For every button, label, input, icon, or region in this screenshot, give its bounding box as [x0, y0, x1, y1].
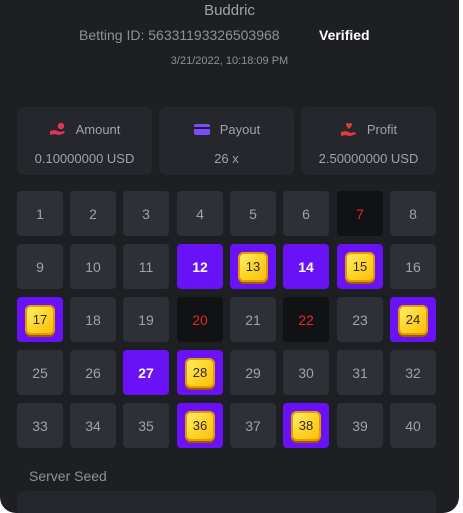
profit-card: Profit 2.50000000 USD: [301, 107, 436, 175]
keno-tile-14[interactable]: 14: [283, 244, 329, 289]
keno-tile-10[interactable]: 10: [70, 244, 116, 289]
payout-card: Payout 26 x: [159, 107, 294, 175]
keno-tile-19[interactable]: 19: [123, 297, 169, 342]
hand-coin-icon: [49, 122, 67, 137]
keno-tile-37[interactable]: 37: [230, 403, 276, 448]
keno-tile-3[interactable]: 3: [123, 191, 169, 236]
keno-tile-24[interactable]: 24: [390, 297, 436, 342]
keno-tile-5[interactable]: 5: [230, 191, 276, 236]
username[interactable]: Buddric: [0, 2, 459, 19]
bet-stats: Amount 0.10000000 USD Payout 26 x Profit…: [17, 107, 436, 175]
server-seed-label: Server Seed: [29, 468, 107, 484]
keno-tile-40[interactable]: 40: [390, 403, 436, 448]
keno-tile-31[interactable]: 31: [337, 350, 383, 395]
bet-timestamp: 3/21/2022, 10:18:09 PM: [170, 55, 289, 67]
amount-value: 0.10000000 USD: [34, 151, 135, 166]
keno-tile-30[interactable]: 30: [283, 350, 329, 395]
gem-icon: 13: [238, 251, 268, 282]
keno-tile-15[interactable]: 15: [337, 244, 383, 289]
keno-tile-6[interactable]: 6: [283, 191, 329, 236]
keno-tile-21[interactable]: 21: [230, 297, 276, 342]
keno-tile-28[interactable]: 28: [177, 350, 223, 395]
keno-tile-17[interactable]: 17: [17, 297, 63, 342]
keno-tile-33[interactable]: 33: [17, 403, 63, 448]
keno-tile-34[interactable]: 34: [70, 403, 116, 448]
gem-icon: 28: [185, 357, 215, 388]
card-icon: [193, 122, 211, 137]
keno-tile-39[interactable]: 39: [337, 403, 383, 448]
profit-label: Profit: [366, 122, 398, 137]
gem-icon: 38: [291, 410, 321, 441]
keno-tile-2[interactable]: 2: [70, 191, 116, 236]
payout-value: 26 x: [214, 151, 239, 166]
gem-icon: 15: [345, 251, 375, 282]
keno-tile-26[interactable]: 26: [70, 350, 116, 395]
keno-tile-16[interactable]: 16: [390, 244, 436, 289]
keno-tile-29[interactable]: 29: [230, 350, 276, 395]
betting-id: Betting ID: 56331193326503968: [79, 27, 280, 43]
bet-details-panel: Buddric Betting ID: 56331193326503968 Ve…: [0, 0, 459, 513]
gem-icon: 17: [25, 304, 55, 335]
keno-tile-36[interactable]: 36: [177, 403, 223, 448]
keno-tile-12[interactable]: 12: [177, 244, 223, 289]
verified-badge: Verified: [319, 27, 370, 43]
keno-tile-11[interactable]: 11: [123, 244, 169, 289]
keno-tile-18[interactable]: 18: [70, 297, 116, 342]
keno-tile-25[interactable]: 25: [17, 350, 63, 395]
profit-value: 2.50000000 USD: [318, 151, 419, 166]
keno-tile-22[interactable]: 22: [283, 297, 329, 342]
gem-icon: 36: [185, 410, 215, 441]
keno-tile-32[interactable]: 32: [390, 350, 436, 395]
keno-tile-20[interactable]: 20: [177, 297, 223, 342]
keno-tile-9[interactable]: 9: [17, 244, 63, 289]
keno-tile-38[interactable]: 38: [283, 403, 329, 448]
keno-tile-8[interactable]: 8: [390, 191, 436, 236]
keno-tile-35[interactable]: 35: [123, 403, 169, 448]
payout-label: Payout: [219, 122, 261, 137]
amount-card: Amount 0.10000000 USD: [17, 107, 152, 175]
keno-tile-1[interactable]: 1: [17, 191, 63, 236]
server-seed-field[interactable]: [17, 491, 436, 513]
keno-tile-7[interactable]: 7: [337, 191, 383, 236]
keno-tile-13[interactable]: 13: [230, 244, 276, 289]
hand-heart-icon: [340, 122, 358, 137]
scrollbar[interactable]: [459, 0, 463, 513]
amount-label: Amount: [75, 122, 121, 137]
keno-grid: 1 2 3 4 5 6 7 8 9 10 11 12 13 14 15 16 17 18 19 20 21 22 23 24 2…: [17, 191, 436, 448]
gem-icon: 24: [398, 304, 428, 335]
keno-tile-23[interactable]: 23: [337, 297, 383, 342]
keno-tile-4[interactable]: 4: [177, 191, 223, 236]
keno-tile-27[interactable]: 27: [123, 350, 169, 395]
